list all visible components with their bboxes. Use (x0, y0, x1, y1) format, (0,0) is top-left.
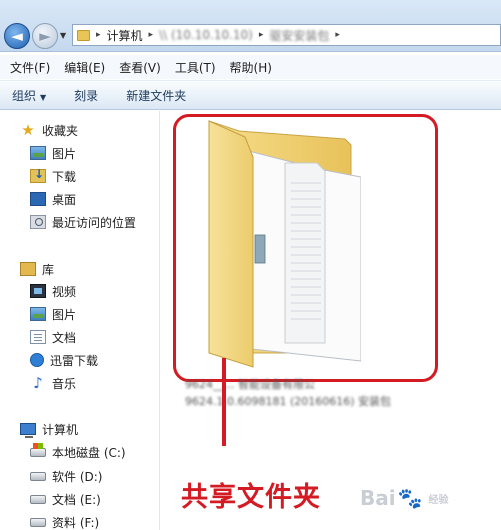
organize-label: 组织 (12, 88, 37, 103)
menu-help[interactable]: 帮助(H) (224, 59, 278, 76)
sidebar-group-favorites[interactable]: ★ 收藏夹 (20, 120, 78, 140)
file-name-line[interactable]: 9624__... 智能设备有限公 (185, 376, 315, 392)
sidebar-item-label: 软件 (D:) (52, 469, 103, 484)
annotation-pointer-line (222, 358, 226, 446)
sidebar-item-label: 音乐 (52, 376, 77, 391)
annotation-caption: 共享文件夹 (181, 482, 321, 513)
breadcrumb-network-share[interactable]: \\ (10.10.10.10) (159, 28, 253, 42)
sidebar-item-recent-places[interactable]: 最近访问的位置 (30, 212, 136, 232)
command-toolbar: 组织 ▼ 刻录 新建文件夹 (0, 80, 501, 110)
sidebar-item-drive-f[interactable]: 资料 (F:) (30, 512, 99, 530)
sidebar-group-libraries[interactable]: 库 (20, 259, 54, 279)
desktop-icon (30, 192, 46, 206)
recent-pages-dropdown-icon[interactable]: ▼ (60, 31, 66, 40)
library-icon (20, 262, 36, 276)
breadcrumb-separator-icon: ▸ (335, 30, 340, 40)
address-bar[interactable]: ▸ 计算机 ▸ \\ (10.10.10.10) ▸ 驱安安装包 ▸ (72, 24, 501, 46)
burn-button[interactable]: 刻录 (74, 87, 98, 104)
sidebar-group-label: 计算机 (42, 422, 79, 437)
sidebar-item-drive-c[interactable]: 本地磁盘 (C:) (30, 442, 126, 462)
sidebar-item-music[interactable]: ♪ 音乐 (30, 373, 76, 393)
chevron-down-icon: ▼ (40, 92, 47, 102)
sidebar-item-desktop[interactable]: 桌面 (30, 189, 76, 209)
sidebar-group-label: 库 (42, 262, 55, 277)
sidebar-group-label: 收藏夹 (42, 123, 79, 138)
music-icon: ♪ (33, 374, 43, 392)
sidebar-item-videos[interactable]: 视频 (30, 281, 76, 301)
breadcrumb-separator-icon: ▸ (258, 30, 264, 40)
menu-file[interactable]: 文件(F) (4, 59, 56, 76)
video-icon (30, 284, 46, 298)
sidebar-item-drive-e[interactable]: 文档 (E:) (30, 489, 101, 509)
folder-icon (77, 29, 90, 41)
star-icon: ★ (21, 121, 35, 139)
sidebar-item-label: 桌面 (52, 192, 77, 207)
sidebar-item-label: 视频 (52, 284, 77, 299)
sidebar-item-documents[interactable]: 文档 (30, 327, 76, 347)
download-icon (30, 167, 46, 183)
document-icon (30, 330, 46, 344)
baidu-watermark: Bai 🐾 经验 (360, 478, 501, 518)
sidebar-item-drive-d[interactable]: 软件 (D:) (30, 466, 102, 486)
drive-c-icon (30, 442, 46, 457)
forward-arrow-icon: ► (39, 27, 51, 45)
back-arrow-icon: ◄ (11, 27, 23, 45)
sidebar-item-label: 下载 (52, 169, 77, 184)
sidebar-item-label: 资料 (F:) (52, 515, 100, 530)
watermark-text: Bai (360, 486, 396, 510)
breadcrumb-separator-icon: ▸ (96, 30, 101, 40)
sidebar-item-library-pictures[interactable]: 图片 (30, 304, 76, 324)
sidebar-item-label: 迅雷下载 (50, 353, 99, 368)
sidebar-item-downloads[interactable]: 下载 (30, 166, 76, 186)
menu-tools[interactable]: 工具(T) (169, 59, 222, 76)
menu-bar: 文件(F) 编辑(E) 查看(V) 工具(T) 帮助(H) (0, 55, 501, 79)
drive-icon (30, 494, 46, 504)
menu-edit[interactable]: 编辑(E) (58, 59, 111, 76)
sidebar-item-label: 文档 (E:) (52, 492, 101, 507)
picture-icon (30, 146, 46, 160)
sidebar-item-label: 最近访问的位置 (52, 215, 137, 230)
file-list-pane: 9624__... 智能设备有限公 9624.1.0.6098181 (2016… (161, 111, 501, 530)
menu-view[interactable]: 查看(V) (113, 59, 167, 76)
sidebar-item-pictures[interactable]: 图片 (30, 143, 76, 163)
navigation-pane: ★ 收藏夹 图片 下载 桌面 最近访问的位置 库 视频 图片 文档 迅雷下载 ♪… (0, 111, 160, 530)
drive-icon (30, 517, 46, 527)
sidebar-item-label: 本地磁盘 (C:) (52, 445, 126, 460)
picture-icon (30, 307, 46, 321)
organize-button[interactable]: 组织 ▼ (12, 87, 46, 104)
sidebar-item-label: 图片 (52, 146, 77, 161)
shared-folder-icon[interactable] (201, 117, 361, 369)
computer-icon (20, 423, 36, 438)
sidebar-group-computer[interactable]: 计算机 (20, 419, 78, 439)
watermark-suffix: 经验 (428, 494, 449, 506)
drive-icon (30, 471, 46, 481)
sidebar-item-label: 文档 (52, 330, 77, 345)
address-bar-region: ◄ ► ▼ ▸ 计算机 ▸ \\ (10.10.10.10) ▸ 驱安安装包 ▸ (0, 0, 501, 52)
back-button[interactable]: ◄ (4, 23, 30, 49)
file-name-line[interactable]: 9624.1.0.6098181 (20160616) 安装包 (185, 393, 391, 409)
paw-icon: 🐾 (397, 486, 423, 510)
sidebar-item-label: 图片 (52, 307, 77, 322)
sidebar-item-thunder-downloads[interactable]: 迅雷下载 (30, 350, 98, 370)
breadcrumb-computer[interactable]: 计算机 (107, 27, 143, 44)
breadcrumb-separator-icon: ▸ (148, 30, 154, 40)
breadcrumb-current-folder[interactable]: 驱安安装包 (269, 27, 329, 44)
thunder-icon (30, 353, 44, 367)
recent-places-icon (30, 215, 46, 229)
new-folder-button[interactable]: 新建文件夹 (126, 87, 186, 104)
forward-button[interactable]: ► (32, 23, 58, 49)
